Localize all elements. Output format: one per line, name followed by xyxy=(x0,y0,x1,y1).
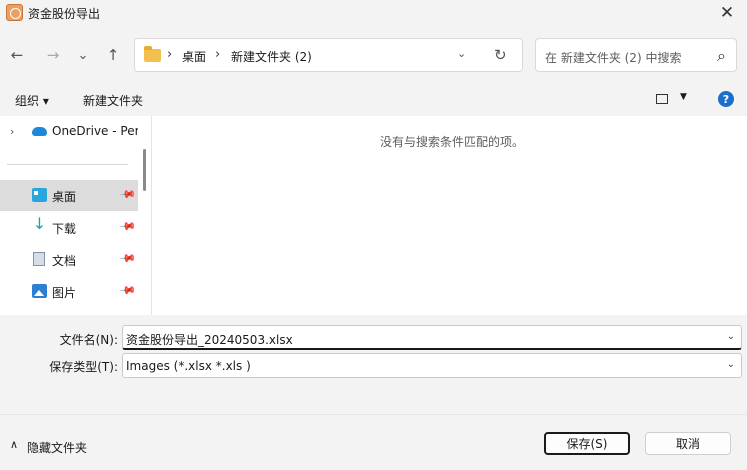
refresh-icon[interactable]: ↻ xyxy=(494,46,507,64)
organize-button[interactable]: 组织 ▾ xyxy=(15,92,49,109)
filetype-label: 保存类型(T): xyxy=(49,360,118,374)
sidebar-item-onedrive[interactable]: › OneDrive - Per xyxy=(0,116,138,147)
view-dropdown-icon[interactable]: ▼ xyxy=(680,92,687,102)
desktop-icon xyxy=(32,188,47,202)
sidebar-divider xyxy=(7,164,128,165)
recent-locations-button[interactable]: ⌄ xyxy=(72,36,94,74)
sidebar-scrollbar[interactable] xyxy=(143,149,146,191)
sidebar-item-downloads[interactable]: ↓ 下载 📌 xyxy=(0,212,138,243)
breadcrumb-separator: › xyxy=(215,47,221,62)
help-icon[interactable]: ? xyxy=(718,91,734,107)
search-icon[interactable]: ⌕ xyxy=(717,46,726,66)
save-button[interactable]: 保存(S) xyxy=(544,432,630,455)
address-bar[interactable]: › 桌面 › 新建文件夹 (2) ⌄ ↻ xyxy=(134,38,523,72)
navigation-bar: ← → ⌄ ↑ › 桌面 › 新建文件夹 (2) ⌄ ↻ 在 新建文件夹 (2)… xyxy=(0,36,747,76)
forward-button[interactable]: → xyxy=(40,36,66,74)
filetype-value: Images (*.xlsx *.xls ) xyxy=(126,359,251,373)
expand-chevron-icon[interactable]: › xyxy=(10,125,14,138)
title-bar: 资金股份导出 ✕ xyxy=(0,0,747,26)
filename-value: 资金股份导出_20240503.xlsx xyxy=(126,333,293,347)
new-folder-button[interactable]: 新建文件夹 xyxy=(83,92,143,109)
breadcrumb-new-folder[interactable]: 新建文件夹 (2) xyxy=(231,48,312,65)
empty-results-message: 没有与搜索条件匹配的项。 xyxy=(380,135,525,149)
sidebar-item-pictures[interactable]: 图片 📌 xyxy=(0,276,138,307)
filename-label: 文件名(N): xyxy=(59,333,118,347)
sidebar-item-label: OneDrive - Per xyxy=(52,124,138,138)
breadcrumb-separator: › xyxy=(167,47,173,62)
view-mode-icon[interactable] xyxy=(656,94,668,104)
document-icon xyxy=(33,252,45,266)
dialog-footer: ∧ 隐藏文件夹 保存(S) 取消 xyxy=(0,414,747,470)
hide-folders-toggle[interactable]: 隐藏文件夹 xyxy=(27,439,87,456)
main-area: › OneDrive - Per 桌面 📌 ↓ 下载 📌 文档 📌 图片 📌 没… xyxy=(0,116,747,315)
cancel-button[interactable]: 取消 xyxy=(645,432,731,455)
filetype-dropdown-icon[interactable]: ⌄ xyxy=(727,359,735,370)
filename-dropdown-icon[interactable]: ⌄ xyxy=(727,331,735,342)
app-icon xyxy=(6,4,23,21)
up-button[interactable]: ↑ xyxy=(100,36,126,74)
pictures-icon xyxy=(32,284,47,298)
search-placeholder: 在 新建文件夹 (2) 中搜索 xyxy=(545,51,682,65)
breadcrumb-desktop[interactable]: 桌面 xyxy=(182,48,206,65)
download-icon: ↓ xyxy=(32,214,47,233)
search-input[interactable]: 在 新建文件夹 (2) 中搜索 ⌕ xyxy=(535,38,737,72)
address-dropdown-icon[interactable]: ⌄ xyxy=(457,47,466,60)
collapse-chevron-icon[interactable]: ∧ xyxy=(10,438,18,451)
command-bar: 组织 ▾ 新建文件夹 ▼ ? xyxy=(0,84,747,114)
sidebar-item-desktop[interactable]: 桌面 📌 xyxy=(0,180,138,211)
sidebar-item-documents[interactable]: 文档 📌 xyxy=(0,244,138,275)
window-title: 资金股份导出 xyxy=(28,7,101,21)
onedrive-cloud-icon xyxy=(32,127,47,136)
filetype-select[interactable]: Images (*.xlsx *.xls ) ⌄ xyxy=(122,353,742,378)
back-button[interactable]: ← xyxy=(4,36,30,74)
close-button[interactable]: ✕ xyxy=(707,0,747,26)
navigation-pane: › OneDrive - Per 桌面 📌 ↓ 下载 📌 文档 📌 图片 📌 xyxy=(0,116,152,315)
folder-icon xyxy=(144,46,161,62)
filename-field[interactable]: 资金股份导出_20240503.xlsx ⌄ xyxy=(122,325,742,350)
